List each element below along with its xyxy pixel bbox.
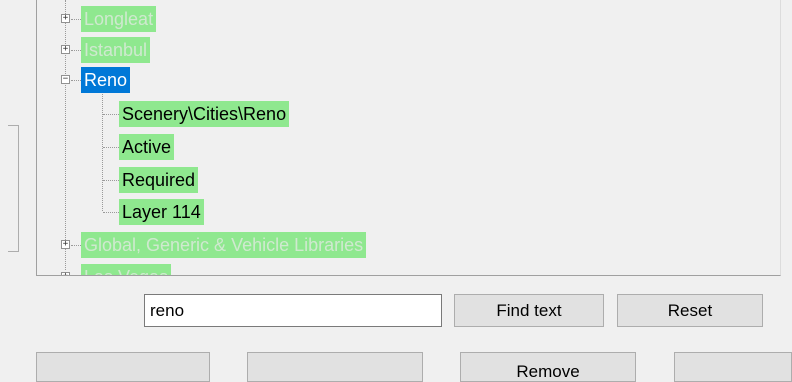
tree-node-label[interactable]: Istanbul: [81, 37, 151, 63]
tree-node-child[interactable]: Active: [37, 134, 437, 160]
tree-node-label[interactable]: Scenery\Cities\Reno: [119, 101, 290, 127]
tree-connector: [103, 212, 119, 213]
tree-connector: [103, 147, 119, 148]
tree-connector: [103, 180, 119, 181]
remove-button[interactable]: Remove: [460, 352, 636, 382]
find-text-button[interactable]: Find text: [454, 294, 604, 327]
tree-node-label[interactable]: Reno: [81, 67, 131, 93]
tree-node-label[interactable]: Global, Generic & Vehicle Libraries: [81, 232, 367, 258]
tree-node-global-libraries[interactable]: + Global, Generic & Vehicle Libraries: [37, 232, 537, 258]
tree-node-label[interactable]: Longleat: [81, 6, 157, 32]
expand-icon[interactable]: +: [61, 14, 70, 23]
reset-button[interactable]: Reset: [617, 294, 763, 327]
tree-node-label[interactable]: Las Vegas: [81, 264, 172, 275]
bottom-button-2[interactable]: [247, 352, 423, 382]
tree-node-label[interactable]: Required: [119, 167, 199, 193]
tree-node-child[interactable]: Scenery\Cities\Reno: [37, 101, 437, 127]
left-panel-edge: [8, 125, 19, 252]
tree-connector: [71, 50, 81, 51]
expand-icon[interactable]: +: [61, 272, 70, 275]
tree-node-label[interactable]: Layer 114: [119, 199, 204, 225]
expand-icon[interactable]: +: [61, 240, 70, 249]
tree-connector: [71, 245, 81, 246]
tree-node-child[interactable]: Layer 114: [37, 199, 437, 225]
bottom-button-1[interactable]: [36, 352, 210, 382]
tree-connector: [71, 19, 81, 20]
tree-node-label[interactable]: Active: [119, 134, 175, 160]
tree-node-reno[interactable]: − Reno: [37, 67, 437, 93]
tree-node-istanbul[interactable]: + Istanbul: [37, 37, 437, 63]
bottom-button-4[interactable]: [674, 352, 792, 382]
tree-node-child[interactable]: Required: [37, 167, 437, 193]
layer-tree[interactable]: + Longleat + Istanbul − Reno Scenery\Cit…: [36, 0, 781, 276]
expand-icon[interactable]: +: [61, 45, 70, 54]
tree-node-longleat[interactable]: + Longleat: [37, 6, 437, 32]
collapse-icon[interactable]: −: [61, 75, 70, 84]
tree-connector: [103, 114, 119, 115]
tree-connector: [71, 80, 81, 81]
search-input[interactable]: [144, 294, 442, 327]
tree-node-las-vegas[interactable]: + Las Vegas: [37, 264, 437, 275]
